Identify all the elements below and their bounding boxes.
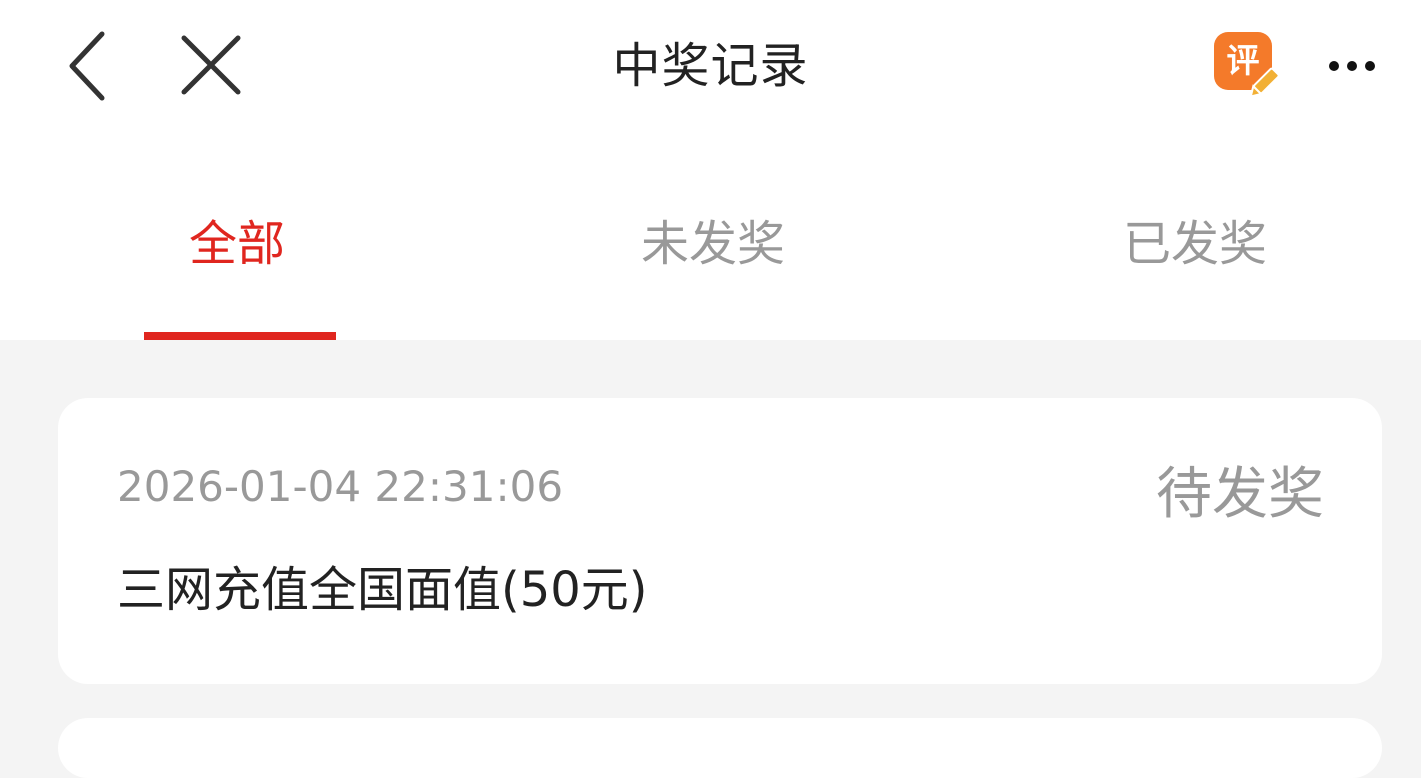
review-button[interactable]: 评 bbox=[1210, 30, 1286, 104]
record-time: 2026-01-04 22:31:06 bbox=[117, 462, 564, 511]
pencil-icon bbox=[1249, 67, 1280, 98]
dot bbox=[1329, 61, 1339, 71]
record-status: 待发奖 bbox=[1156, 462, 1324, 527]
more-button[interactable] bbox=[1318, 44, 1386, 88]
tab-unissued[interactable]: 未发奖 bbox=[641, 214, 785, 274]
tab-all[interactable]: 全部 bbox=[189, 214, 285, 274]
active-tab-indicator bbox=[144, 332, 336, 340]
record-prize: 三网充值全国面值(50元) bbox=[117, 562, 648, 618]
tab-issued[interactable]: 已发奖 bbox=[1123, 214, 1267, 274]
dot bbox=[1365, 61, 1375, 71]
filter-tabs: 全部 未发奖 已发奖 bbox=[0, 140, 1421, 340]
dot bbox=[1347, 61, 1357, 71]
more-dots-icon bbox=[1325, 61, 1379, 71]
record-card[interactable]: 2026-01-04 22:31:06 待发奖 三网充值全国面值(50元) bbox=[58, 398, 1382, 684]
page-title: 中奖记录 bbox=[612, 38, 809, 94]
top-nav-bar: 中奖记录 评 bbox=[0, 0, 1421, 140]
record-card-partial[interactable] bbox=[58, 718, 1382, 778]
